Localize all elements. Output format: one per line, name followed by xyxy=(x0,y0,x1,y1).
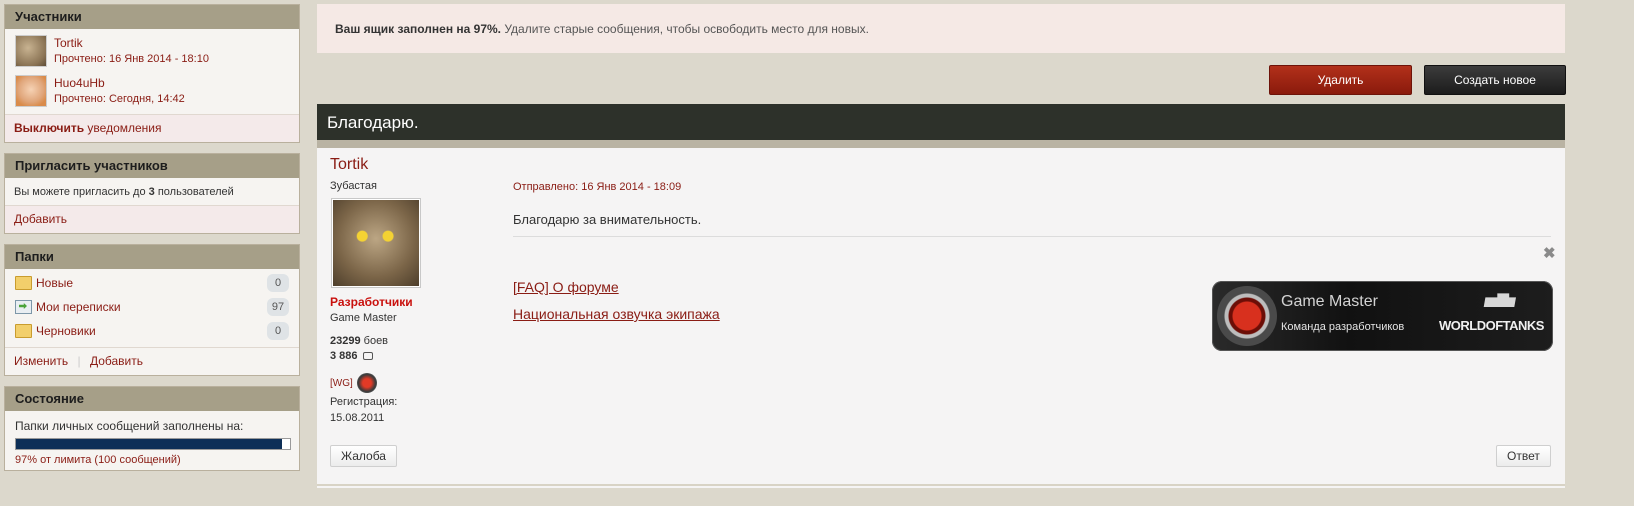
battles-label: боев xyxy=(360,335,389,347)
divider xyxy=(317,140,1565,148)
folder-label[interactable]: Новые xyxy=(36,276,267,290)
comment-icon xyxy=(362,352,373,361)
battles-count: 23299 боев xyxy=(330,335,388,347)
tank-icon xyxy=(1483,293,1516,307)
folder-item-conversations[interactable]: Мои переписки 97 xyxy=(5,295,299,319)
banner-title: Game Master xyxy=(1281,293,1378,310)
notify-off-link[interactable]: Выключить xyxy=(14,121,84,135)
folders-add-link[interactable]: Добавить xyxy=(90,354,143,368)
folder-count: 0 xyxy=(267,274,289,292)
folders-edit-link[interactable]: Изменить xyxy=(14,354,68,368)
folder-icon xyxy=(15,324,32,338)
notifications-toggle[interactable]: Выключить уведомления xyxy=(5,114,299,142)
members-box: Участники Tortik Прочтено: 16 Янв 2014 -… xyxy=(4,4,300,143)
complain-button[interactable]: Жалоба xyxy=(330,445,397,467)
posts-number: 3 886 xyxy=(330,350,358,362)
avatar[interactable] xyxy=(15,35,47,67)
sidebar: Участники Tortik Прочтено: 16 Янв 2014 -… xyxy=(4,4,300,481)
member-name[interactable]: Huo4uHb xyxy=(54,75,185,91)
invite-text-before: Вы можете пригласить до xyxy=(14,186,149,198)
game-master-banner: Game Master Команда разработчиков WORLDO… xyxy=(1212,281,1553,351)
divider: | xyxy=(77,354,81,368)
battles-number: 23299 xyxy=(330,335,361,347)
invite-add-link[interactable]: Добавить xyxy=(14,212,67,226)
invite-box: Пригласить участников Вы можете пригласи… xyxy=(4,153,300,234)
inbox-full-notice: Ваш ящик заполнен на 97%. Удалите старые… xyxy=(317,4,1565,53)
author-group: Разработчики xyxy=(330,295,413,309)
folders-footer: Изменить | Добавить xyxy=(5,347,299,375)
author-title: Зубастая xyxy=(330,180,377,192)
world-of-tanks-logo: WORLDOFTANKS xyxy=(1439,318,1544,333)
folder-item-drafts[interactable]: Черновики 0 xyxy=(5,319,299,343)
message-post: Tortik Зубастая Разработчики Game Master… xyxy=(317,148,1565,488)
notice-bold: Ваш ящик заполнен на 97%. xyxy=(335,22,502,36)
create-new-button[interactable]: Создать новое xyxy=(1424,65,1566,95)
banner-subtitle: Команда разработчиков xyxy=(1281,321,1405,333)
invite-footer: Добавить xyxy=(5,205,299,233)
clan-info: [WG] xyxy=(330,373,377,393)
posts-count: 3 886 xyxy=(330,350,373,362)
status-box: Состояние Папки личных сообщений заполне… xyxy=(4,386,300,471)
author-avatar[interactable] xyxy=(331,198,421,288)
folder-item-new[interactable]: Новые 0 xyxy=(5,271,299,295)
invite-header: Пригласить участников xyxy=(5,154,299,178)
member-item[interactable]: Huo4uHb Прочтено: Сегодня, 14:42 xyxy=(5,69,299,109)
folder-icon xyxy=(15,276,32,290)
author-name[interactable]: Tortik xyxy=(330,156,368,174)
member-read-status: Прочтено: 16 Янв 2014 - 18:10 xyxy=(54,53,209,65)
avatar[interactable] xyxy=(15,75,47,107)
member-item[interactable]: Tortik Прочтено: 16 Янв 2014 - 18:10 xyxy=(5,29,299,69)
close-icon[interactable]: ✖ xyxy=(1543,244,1556,262)
message-body: Благодарю за внимательность. xyxy=(513,212,702,227)
registration-label: Регистрация: xyxy=(330,396,398,408)
notice-text: Удалите старые сообщения, чтобы освободи… xyxy=(501,22,869,36)
status-header: Состояние xyxy=(5,387,299,411)
folder-count: 0 xyxy=(267,322,289,340)
folder-label[interactable]: Мои переписки xyxy=(36,300,267,314)
notify-label[interactable]: уведомления xyxy=(87,121,161,135)
member-name[interactable]: Tortik xyxy=(54,35,209,51)
divider xyxy=(317,484,1565,486)
topic-title: Благодарю. xyxy=(317,104,1565,140)
member-read-status: Прочтено: Сегодня, 14:42 xyxy=(54,93,185,105)
members-header: Участники xyxy=(5,5,299,29)
clan-tag[interactable]: [WG] xyxy=(330,378,353,389)
folders-header: Папки xyxy=(5,245,299,269)
registration-date: 15.08.2011 xyxy=(330,412,385,424)
wargaming-logo-icon xyxy=(1217,286,1277,346)
sent-timestamp: Отправлено: 16 Янв 2014 - 18:09 xyxy=(513,181,682,193)
folder-label[interactable]: Черновики xyxy=(36,324,267,338)
folder-count: 97 xyxy=(267,298,289,316)
signature-link-faq[interactable]: [FAQ] О форуме xyxy=(513,279,619,295)
author-rank: Game Master xyxy=(330,312,397,324)
status-text: Папки личных сообщений заполнены на: xyxy=(15,419,244,433)
clan-badge-icon xyxy=(356,373,377,393)
folders-box: Папки Новые 0 Мои переписки 97 Черновики… xyxy=(4,244,300,376)
signature-link-voice[interactable]: Национальная озвучка экипажа xyxy=(513,306,720,322)
invite-text-after: пользователей xyxy=(154,186,234,198)
storage-progress-fill xyxy=(16,439,282,449)
divider xyxy=(513,236,1551,237)
reply-button[interactable]: Ответ xyxy=(1496,445,1551,467)
storage-caption: 97% от лимита (100 сообщений) xyxy=(15,454,181,466)
storage-progress-bar xyxy=(15,438,291,450)
invite-text: Вы можете пригласить до 3 пользователей xyxy=(5,178,299,205)
delete-button[interactable]: Удалить xyxy=(1269,65,1412,95)
mail-icon xyxy=(15,300,32,314)
